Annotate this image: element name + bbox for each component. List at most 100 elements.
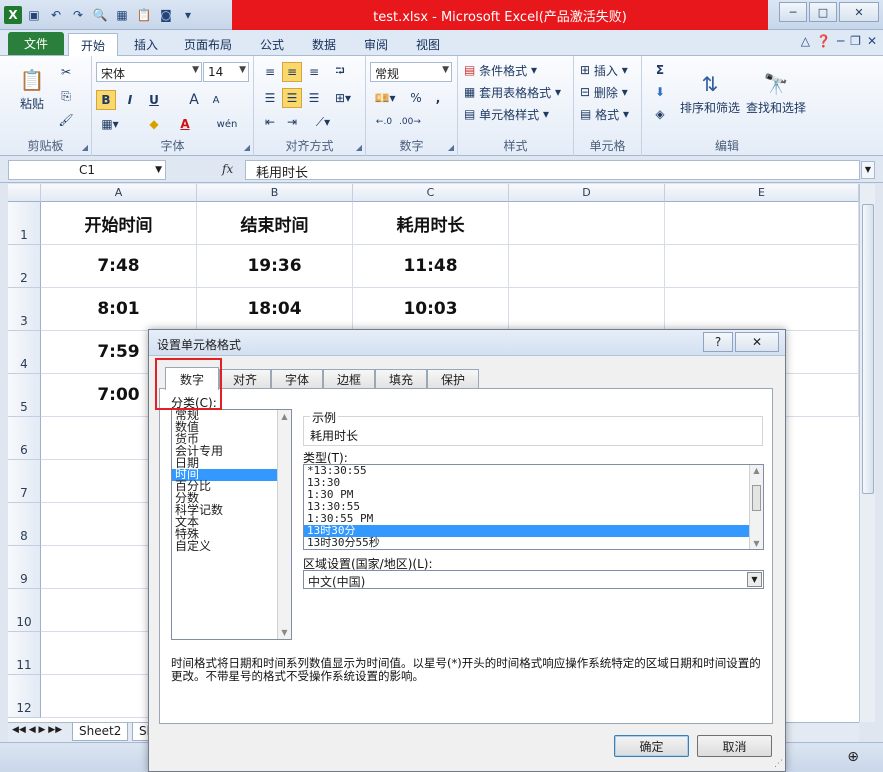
ribbon-minimize-icon[interactable]: ─ [837, 34, 844, 48]
help-icon[interactable]: ❓ [816, 34, 831, 48]
row-header-2[interactable]: 2 [8, 245, 41, 288]
tab-home[interactable]: 开始 [68, 33, 119, 56]
tab-fill[interactable]: 填充 [375, 369, 427, 389]
type-item[interactable]: 1:30:55 PM [304, 513, 763, 525]
dialog-help-button[interactable]: ? [703, 332, 733, 352]
cell-e2[interactable] [665, 245, 859, 288]
cell-styles-button[interactable]: ▤ 单元格样式 ▾ [464, 104, 570, 124]
cell-a1[interactable]: 开始时间 [41, 202, 197, 245]
align-middle-icon[interactable]: ≡ [282, 62, 302, 82]
font-name-select[interactable]: 宋体 ▼ [96, 62, 202, 82]
cell-c1[interactable]: 耗用时长 [353, 202, 509, 245]
scroll-down-icon[interactable]: ▼ [750, 539, 763, 548]
ok-button[interactable]: 确定 [614, 735, 689, 757]
column-header-b[interactable]: B [197, 184, 353, 202]
format-as-table-button[interactable]: ▦ 套用表格格式 ▾ [464, 82, 570, 102]
sort-filter-button[interactable]: ⇅ 排序和筛选 [678, 60, 742, 124]
align-right-icon[interactable]: ☰ [304, 88, 324, 108]
formula-input[interactable]: 耗用时长 [245, 160, 860, 181]
tab-protection[interactable]: 保护 [427, 369, 479, 389]
alignment-launcher-icon[interactable]: ◢ [356, 143, 362, 152]
resize-grip-icon[interactable]: ⋰ [774, 759, 783, 769]
scrollbar-thumb[interactable] [862, 204, 874, 494]
autosum-button[interactable]: Σ [648, 60, 672, 80]
cell-b3[interactable]: 18:04 [197, 288, 353, 331]
close-button[interactable]: ✕ [839, 2, 879, 22]
fill-icon[interactable]: ⬇ [648, 82, 672, 102]
row-header-1[interactable]: 1 [8, 202, 41, 245]
type-scroll-thumb[interactable] [752, 485, 761, 511]
underline-button[interactable]: U [144, 90, 164, 110]
currency-icon[interactable]: 💴▾ [372, 88, 398, 108]
row-header-5[interactable]: 5 [8, 374, 41, 417]
cell-a3[interactable]: 8:01 [41, 288, 197, 331]
cell-e1[interactable] [665, 202, 859, 245]
cell-c3[interactable]: 10:03 [353, 288, 509, 331]
ribbon-restore-icon[interactable]: ❐ [850, 34, 861, 48]
type-list[interactable]: *13:30:55 13:30 1:30 PM 13:30:55 1:30:55… [303, 464, 764, 550]
vertical-scrollbar[interactable] [859, 184, 875, 722]
tab-file[interactable]: 文件 [8, 32, 64, 55]
ribbon-close-icon[interactable]: ✕ [867, 34, 877, 48]
fill-color-icon[interactable]: ◆ [140, 114, 168, 134]
sheet-nav-arrows-icon[interactable]: ◀◀ ◀ ▶ ▶▶ [12, 725, 62, 735]
row-header-9[interactable]: 9 [8, 546, 41, 589]
shrink-font-button[interactable]: A [206, 90, 226, 110]
save-icon[interactable]: ▣ [24, 5, 44, 25]
wrap-text-icon[interactable]: ⮒ [330, 62, 350, 82]
cell-e3[interactable] [665, 288, 859, 331]
delete-cells-button[interactable]: ⊟ 删除 ▾ [580, 82, 638, 102]
sheet-tab-sheet2[interactable]: Sheet2 [72, 723, 129, 741]
phonetic-button[interactable]: wén [210, 114, 244, 134]
font-launcher-icon[interactable]: ◢ [244, 143, 250, 152]
type-item[interactable]: 13:30 [304, 477, 763, 489]
decrease-decimal-icon[interactable]: .00→ [398, 112, 422, 132]
category-scrollbar[interactable]: ▲ ▼ [277, 410, 291, 639]
find-select-button[interactable]: 🔭 查找和选择 [744, 60, 808, 124]
tab-formulas[interactable]: 公式 [248, 33, 296, 56]
row-header-12[interactable]: 12 [8, 675, 41, 718]
row-header-10[interactable]: 10 [8, 589, 41, 632]
print-preview-icon[interactable]: 🔍 [90, 5, 110, 25]
orientation-icon[interactable]: ⟋▾ [310, 112, 336, 132]
increase-indent-icon[interactable]: ⇥ [282, 112, 302, 132]
column-header-c[interactable]: C [353, 184, 509, 202]
increase-decimal-icon[interactable]: ←.0 [372, 112, 396, 132]
tab-review[interactable]: 审阅 [352, 33, 400, 56]
zoom-in-icon[interactable]: ⊕ [847, 749, 859, 765]
category-item[interactable]: 自定义 [172, 540, 291, 553]
column-header-a[interactable]: A [41, 184, 197, 202]
format-cells-button[interactable]: ▤ 格式 ▾ [580, 104, 638, 124]
tab-view[interactable]: 视图 [404, 33, 452, 56]
font-size-select[interactable]: 14 ▼ [203, 62, 249, 82]
tab-page-layout[interactable]: 页面布局 [172, 33, 244, 56]
clear-icon[interactable]: ◈ [648, 104, 672, 124]
redo-icon[interactable]: ↷ [68, 5, 88, 25]
table-icon[interactable]: ▦ [112, 5, 132, 25]
borders-icon[interactable]: ▦▾ [96, 114, 124, 134]
column-header-e[interactable]: E [665, 184, 859, 202]
cancel-button[interactable]: 取消 [697, 735, 772, 757]
cell-c2[interactable]: 11:48 [353, 245, 509, 288]
number-launcher-icon[interactable]: ◢ [448, 143, 454, 152]
column-header-d[interactable]: D [509, 184, 665, 202]
bold-button[interactable]: B [96, 90, 116, 110]
paste-special-icon[interactable]: 📋 [134, 5, 154, 25]
chevron-down-icon[interactable]: ▼ [747, 572, 762, 587]
copy-icon[interactable]: ⎘ [56, 86, 76, 106]
grow-font-button[interactable]: A [184, 90, 204, 110]
row-header-7[interactable]: 7 [8, 460, 41, 503]
paste-button[interactable]: 📋 粘贴 [12, 60, 52, 116]
scroll-up-icon[interactable]: ▲ [750, 466, 763, 475]
align-left-icon[interactable]: ☰ [260, 88, 280, 108]
merge-center-icon[interactable]: ⊞▾ [330, 88, 356, 108]
customize-qat-icon[interactable]: ▾ [178, 5, 198, 25]
align-bottom-icon[interactable]: ≡ [304, 62, 324, 82]
category-list[interactable]: 常规 数值 货币 会计专用 日期 时间 百分比 分数 科学记数 文本 特殊 自定… [171, 409, 292, 640]
type-item[interactable]: 1:30 PM [304, 489, 763, 501]
italic-button[interactable]: I [120, 90, 140, 110]
percent-button[interactable]: % [406, 88, 426, 108]
row-header-6[interactable]: 6 [8, 417, 41, 460]
number-format-select[interactable]: 常规 ▼ [370, 62, 452, 82]
select-all-corner[interactable] [8, 184, 41, 202]
